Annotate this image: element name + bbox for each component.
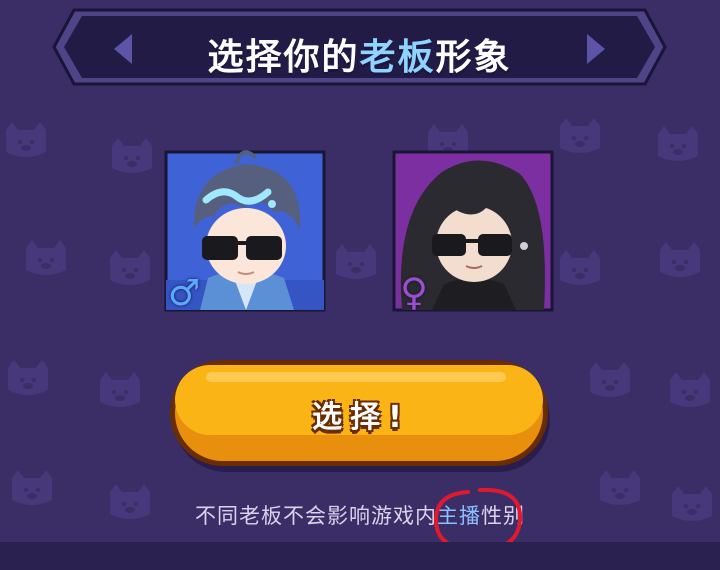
gender-hint-text: 不同老板不会影响游戏内主播性别 [0,500,720,530]
select-button[interactable]: 选择! [166,356,556,476]
bottom-bar [0,542,720,570]
male-symbol-icon: ♂ [167,273,201,314]
character-select-screen: 选择你的老板形象 ♂ ♀ 选择! 不同老板不会影响游戏内主播性别 [0,0,720,570]
hint-text-part2: 性别 [481,504,525,528]
avatar-card-male[interactable]: ♂ [164,150,326,314]
page-title: 选择你的老板形象 [52,28,667,80]
title-text-part2: 形象 [435,37,512,78]
title-banner: 选择你的老板形象 [52,8,667,86]
hint-text-highlight: 主播 [437,504,481,528]
female-symbol-icon: ♀ [400,270,428,314]
hint-text-part1: 不同老板不会影响游戏内 [195,504,437,528]
title-text-part1: 选择你的 [207,37,360,78]
avatar-card-female[interactable]: ♀ [392,150,554,314]
title-text-highlight: 老板 [359,37,436,78]
select-button-label: 选择! [312,400,410,435]
